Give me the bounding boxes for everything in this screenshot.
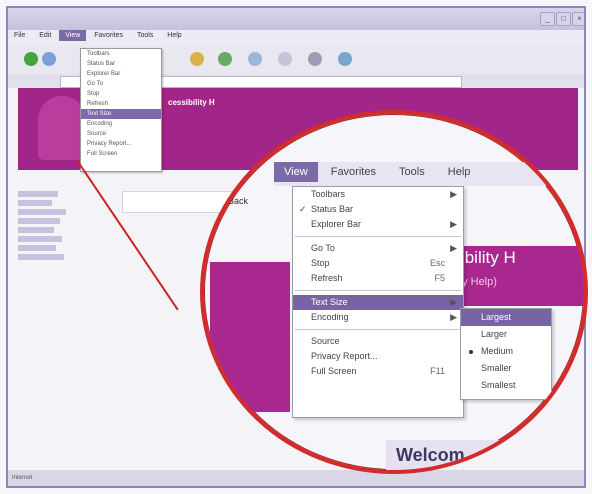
- menu-view[interactable]: View: [59, 30, 87, 41]
- shortcut-key: Esc: [429, 258, 445, 268]
- menu-label: Source: [311, 336, 340, 346]
- selected-radio-icon: [469, 350, 473, 354]
- screenshot-stage: _ □ × File Edit View Favorites Tools Hel…: [0, 0, 592, 494]
- submenu-arrow-icon: ▶: [450, 189, 457, 199]
- edit-icon[interactable]: [338, 52, 352, 66]
- menu-favorites[interactable]: Favorites: [88, 30, 129, 41]
- text-size-largest[interactable]: Largest: [461, 309, 551, 326]
- menu-label: Medium: [481, 346, 514, 356]
- menu-item-refresh-small[interactable]: Refresh: [81, 99, 161, 109]
- view-menu-status-bar[interactable]: ✓ Status Bar: [293, 202, 463, 217]
- menu-label: Explorer Bar: [311, 219, 362, 229]
- view-menu-go-to[interactable]: Go To ▶: [293, 241, 463, 256]
- sidebar-link[interactable]: [18, 245, 56, 251]
- view-menu-toolbars[interactable]: Toolbars ▶: [293, 187, 463, 202]
- shortcut-key: F11: [430, 366, 445, 376]
- menu-item-source-small[interactable]: Source: [81, 129, 161, 139]
- view-menu-refresh[interactable]: Refresh F5: [293, 271, 463, 286]
- menu-edit[interactable]: Edit: [33, 30, 57, 41]
- menu-item-explorer-bar-small[interactable]: Explorer Bar: [81, 69, 161, 79]
- check-icon: ✓: [299, 204, 307, 214]
- close-icon[interactable]: ×: [572, 12, 584, 26]
- history-icon[interactable]: [248, 52, 262, 66]
- menu-label: Go To: [311, 243, 335, 253]
- view-menu-source[interactable]: Source: [293, 334, 463, 349]
- menu-item-go-to-small[interactable]: Go To: [81, 79, 161, 89]
- left-sidebar: [18, 188, 78, 458]
- text-size-submenu: Largest Larger Medium Smaller Smallest: [460, 308, 552, 400]
- text-size-larger[interactable]: Larger: [461, 326, 551, 343]
- magnified-menu-help[interactable]: Help: [438, 162, 481, 182]
- menu-item-encoding-small[interactable]: Encoding: [81, 119, 161, 129]
- submenu-arrow-icon: ▶: [450, 219, 457, 229]
- view-menu-encoding[interactable]: Encoding ▶: [293, 310, 463, 325]
- media-icon[interactable]: [218, 52, 232, 66]
- text-size-medium[interactable]: Medium: [461, 343, 551, 360]
- print-icon[interactable]: [308, 52, 322, 66]
- submenu-arrow-icon: ▶: [450, 243, 457, 253]
- forward-icon[interactable]: [42, 52, 56, 66]
- menu-item-toolbars-small[interactable]: Toolbars: [81, 49, 161, 59]
- menu-label: Toolbars: [311, 189, 346, 199]
- menu-separator: [295, 329, 461, 330]
- title-bar: _ □ ×: [8, 8, 584, 30]
- magnified-view-menu: Toolbars ▶ ✓ Status Bar Explorer Bar ▶ G…: [292, 186, 464, 418]
- site-logo: [38, 96, 86, 160]
- view-menu-explorer-bar[interactable]: Explorer Bar ▶: [293, 217, 463, 232]
- magnified-menu-favorites[interactable]: Favorites: [321, 162, 386, 182]
- view-menu-text-size[interactable]: Text Size ▶: [293, 295, 463, 310]
- magnified-menu-bar: View Favorites Tools Help: [274, 162, 584, 186]
- view-menu-privacy-report[interactable]: Privacy Report...: [293, 349, 463, 364]
- menu-file[interactable]: File: [8, 30, 31, 41]
- menu-item-privacy-small[interactable]: Privacy Report...: [81, 139, 161, 149]
- sidebar-link[interactable]: [18, 236, 62, 242]
- menu-label: Privacy Report...: [311, 351, 378, 361]
- sidebar-link[interactable]: [18, 209, 66, 215]
- magnified-menu-tools[interactable]: Tools: [389, 162, 435, 182]
- menu-bar: File Edit View Favorites Tools Help: [8, 30, 584, 46]
- shortcut-key: F5: [434, 273, 445, 283]
- magnified-welcome-text: Welcom: [386, 440, 506, 470]
- banner-title-small: cessibility H: [168, 98, 215, 107]
- menu-item-text-size-small[interactable]: Text Size: [81, 109, 161, 119]
- magnified-logo: [210, 262, 290, 412]
- menu-item-stop-small[interactable]: Stop: [81, 89, 161, 99]
- magnified-menu-view[interactable]: View: [274, 162, 318, 182]
- submenu-arrow-icon: ▶: [450, 297, 457, 307]
- magnifier-circle: View Favorites Tools Help Back cessibili…: [200, 110, 588, 474]
- magnified-back-button[interactable]: Back: [228, 196, 248, 206]
- menu-separator: [295, 290, 461, 291]
- menu-label: Refresh: [311, 273, 343, 283]
- menu-separator: [295, 236, 461, 237]
- menu-item-status-bar-small[interactable]: Status Bar: [81, 59, 161, 69]
- menu-label: Text Size: [311, 297, 348, 307]
- view-menu-full-screen[interactable]: Full Screen F11: [293, 364, 463, 379]
- sidebar-link[interactable]: [18, 227, 54, 233]
- menu-item-fullscreen-small[interactable]: Full Screen: [81, 149, 161, 159]
- sidebar-link[interactable]: [18, 200, 52, 206]
- sidebar-link[interactable]: [18, 254, 64, 260]
- menu-help[interactable]: Help: [161, 30, 187, 41]
- text-size-smallest[interactable]: Smallest: [461, 377, 551, 394]
- menu-label: Encoding: [311, 312, 349, 322]
- menu-label: Status Bar: [311, 204, 354, 214]
- maximize-icon[interactable]: □: [556, 12, 571, 26]
- sidebar-link[interactable]: [18, 218, 60, 224]
- menu-tools[interactable]: Tools: [131, 30, 159, 41]
- minimize-icon[interactable]: _: [540, 12, 555, 26]
- text-size-smaller[interactable]: Smaller: [461, 360, 551, 377]
- submenu-arrow-icon: ▶: [450, 312, 457, 322]
- mail-icon[interactable]: [278, 52, 292, 66]
- status-bar: Internet: [8, 470, 584, 486]
- back-icon[interactable]: [24, 52, 38, 66]
- favorites-star-icon[interactable]: [190, 52, 204, 66]
- menu-label: Stop: [311, 258, 330, 268]
- view-menu-stop[interactable]: Stop Esc: [293, 256, 463, 271]
- view-menu-small: Toolbars Status Bar Explorer Bar Go To S…: [80, 48, 162, 172]
- sidebar-link[interactable]: [18, 191, 58, 197]
- menu-label: Full Screen: [311, 366, 357, 376]
